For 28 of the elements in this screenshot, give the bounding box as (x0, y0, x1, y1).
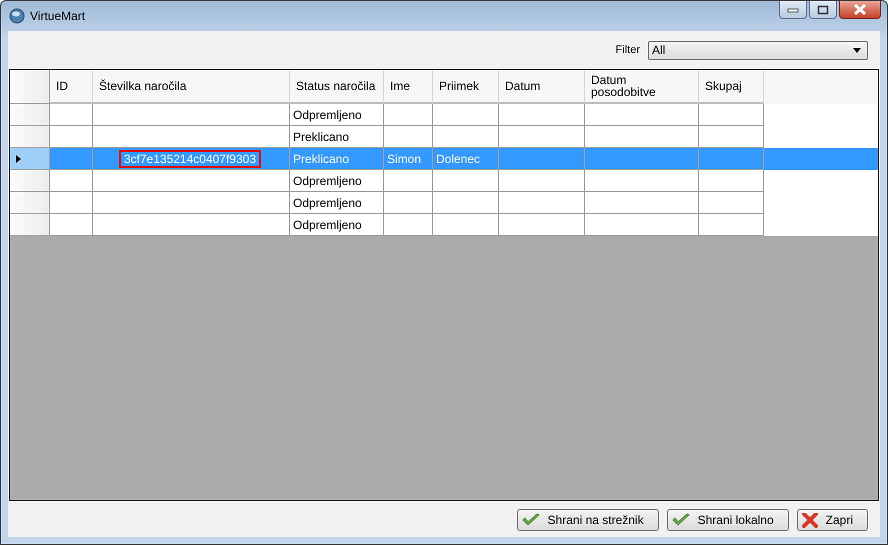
table-cell[interactable] (93, 214, 290, 236)
table-cell[interactable] (585, 214, 699, 236)
table-cell[interactable] (499, 214, 585, 236)
close-button[interactable] (839, 1, 881, 19)
filter-label: Filter (616, 44, 640, 56)
table-cell[interactable] (384, 214, 433, 236)
save-button[interactable]: Shrani na strežnik (516, 509, 659, 531)
checkmark-icon (672, 513, 690, 527)
caret-icon (853, 48, 861, 52)
table-cell[interactable] (699, 214, 764, 236)
save-button[interactable]: Shrani lokalno (666, 509, 789, 531)
row-header[interactable] (10, 148, 50, 170)
checkmark-icon (522, 513, 540, 527)
current-row-icon (16, 154, 21, 162)
header-corner[interactable] (10, 70, 50, 104)
maximize-button[interactable] (809, 1, 837, 19)
table-cell[interactable]: Odpremljeno (290, 214, 384, 236)
filter-dropdown[interactable]: All (648, 40, 868, 60)
close-icon (802, 512, 818, 528)
window-title: VirtueMart (30, 9, 86, 23)
globe-icon (9, 8, 25, 24)
maximize-icon (817, 4, 829, 14)
minimize-icon (787, 6, 799, 12)
close-icon (853, 4, 867, 15)
close-dialog-button[interactable]: Zapri (796, 509, 868, 531)
table-cell[interactable] (50, 214, 93, 236)
table-cell[interactable] (433, 214, 499, 236)
minimize-button[interactable] (779, 1, 807, 19)
